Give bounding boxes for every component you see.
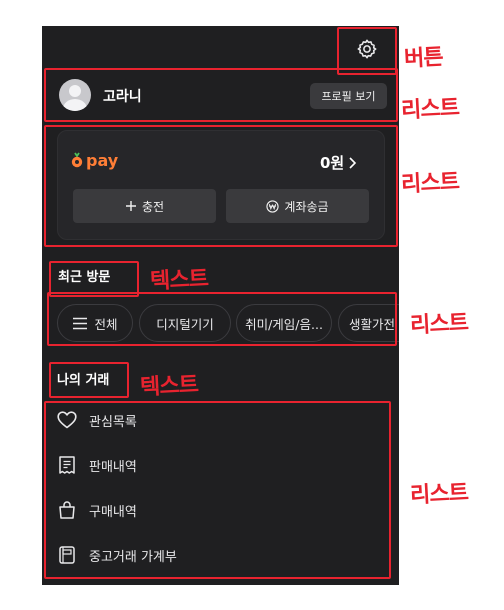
annotation-label-button: 버튼: [403, 45, 444, 72]
annotation-label-list-trades: 리스트: [409, 480, 469, 509]
annotation-label-list-pay: 리스트: [400, 169, 460, 198]
annotation-box-pay: [44, 125, 398, 247]
annotation-label-list-profile: 리스트: [400, 95, 460, 124]
annotation-label-text-trades: 텍스트: [139, 372, 199, 401]
annotation-box-trade-list: [44, 401, 391, 579]
annotation-box-profile: [44, 68, 398, 122]
annotation-box-trades-title: [49, 362, 129, 398]
annotation-box-chips: [47, 292, 397, 346]
annotation-label-list-chips: 리스트: [409, 310, 469, 339]
annotation-label-text-recent: 텍스트: [149, 266, 209, 295]
